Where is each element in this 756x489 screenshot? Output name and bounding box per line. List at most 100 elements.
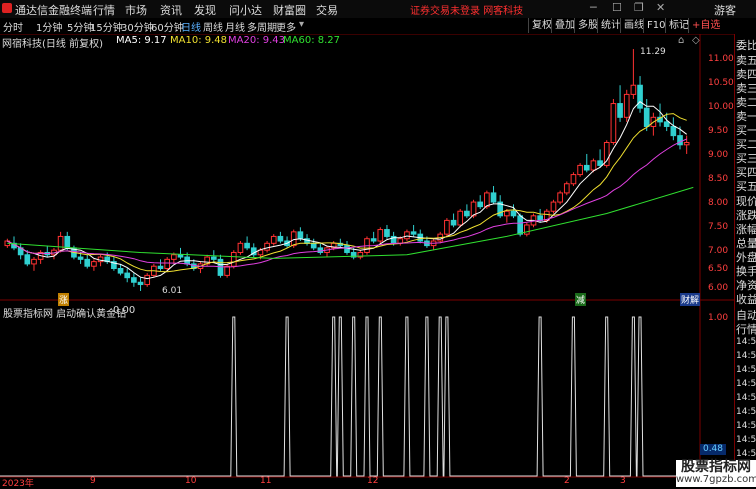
period-multi[interactable]: 多周期: [247, 19, 277, 34]
minimize-icon[interactable]: ─: [590, 1, 597, 14]
period-15min[interactable]: 15分钟: [90, 19, 123, 34]
candle[interactable]: [610, 103, 617, 144]
period-more[interactable]: 更多: [276, 19, 296, 34]
candle[interactable]: [663, 121, 670, 127]
period-week[interactable]: 周线: [203, 19, 223, 34]
menu-shichang[interactable]: 市场: [125, 2, 147, 18]
candle[interactable]: [157, 265, 164, 270]
app-title: 通达信金融终端: [15, 4, 92, 17]
candle[interactable]: [230, 251, 237, 267]
restore-icon[interactable]: ❐: [634, 1, 644, 14]
candle[interactable]: [377, 229, 384, 242]
candle[interactable]: [523, 224, 530, 235]
candle[interactable]: [410, 231, 417, 235]
menu-zixun[interactable]: 资讯: [160, 2, 182, 18]
candle[interactable]: [164, 258, 171, 270]
candle[interactable]: [683, 142, 690, 146]
menu-caifuquan[interactable]: 财富圈: [273, 2, 306, 18]
candle[interactable]: [490, 192, 497, 203]
candle[interactable]: [404, 231, 410, 240]
candle[interactable]: [237, 242, 244, 253]
candle[interactable]: [270, 235, 277, 244]
candle[interactable]: [290, 231, 297, 247]
candle[interactable]: [550, 201, 557, 212]
candle[interactable]: [24, 254, 31, 265]
candle[interactable]: [370, 238, 377, 242]
candle[interactable]: [131, 277, 137, 283]
candle[interactable]: [217, 258, 224, 276]
candle[interactable]: [384, 229, 390, 237]
event-marker[interactable]: 减: [575, 293, 587, 306]
candle[interactable]: [590, 160, 597, 171]
candle[interactable]: [310, 242, 317, 249]
close-icon[interactable]: ✕: [656, 1, 665, 14]
candle[interactable]: [317, 247, 324, 253]
candle[interactable]: [264, 242, 270, 251]
candle[interactable]: [623, 93, 630, 118]
candle[interactable]: [537, 215, 543, 221]
candle[interactable]: [517, 215, 523, 235]
tick-time: 14:56: [736, 407, 756, 417]
candle[interactable]: [277, 235, 284, 242]
candle[interactable]: [670, 125, 677, 137]
candle[interactable]: [224, 265, 230, 276]
period-60min[interactable]: 60分钟: [151, 19, 184, 34]
period-1min[interactable]: 1分钟: [36, 19, 62, 34]
maximize-icon[interactable]: ☐: [612, 1, 622, 14]
period-fenshi[interactable]: 分时: [3, 19, 23, 34]
candle[interactable]: [477, 201, 484, 208]
candle[interactable]: [630, 84, 637, 95]
candle[interactable]: [510, 210, 517, 217]
chevron-down-icon[interactable]: ▾: [299, 19, 304, 30]
candle[interactable]: [210, 256, 217, 260]
candle[interactable]: [31, 258, 37, 265]
candle[interactable]: [444, 219, 450, 235]
candle[interactable]: [457, 210, 464, 226]
candle[interactable]: [577, 164, 583, 176]
candle[interactable]: [563, 183, 570, 194]
period-month[interactable]: 月线: [225, 19, 245, 34]
candle[interactable]: [617, 103, 623, 118]
kline-chart[interactable]: [0, 34, 734, 487]
login-warning[interactable]: 证券交易未登录 网客科技: [410, 2, 523, 17]
candle[interactable]: [91, 261, 97, 267]
candle[interactable]: [171, 254, 177, 260]
candle[interactable]: [637, 84, 643, 109]
candle[interactable]: [244, 242, 250, 249]
guest-user[interactable]: 游客: [714, 2, 736, 18]
date-tick: 11: [260, 476, 272, 486]
candle[interactable]: [583, 164, 590, 171]
candle[interactable]: [297, 231, 304, 240]
period-30min[interactable]: 30分钟: [121, 19, 154, 34]
event-marker[interactable]: 财解: [680, 293, 701, 306]
candle[interactable]: [643, 107, 650, 127]
candle[interactable]: [464, 210, 470, 217]
price-tick: 7.00: [708, 246, 729, 256]
high-price-label: 11.29: [640, 47, 666, 57]
candle[interactable]: [484, 192, 490, 208]
candle[interactable]: [57, 235, 64, 251]
candle[interactable]: [117, 268, 124, 274]
candle[interactable]: [144, 274, 151, 286]
candle[interactable]: [84, 258, 91, 267]
menu-hangqing[interactable]: 行情: [93, 2, 115, 18]
candle[interactable]: [570, 174, 577, 185]
menu-wenxiaoda[interactable]: 问小达: [229, 2, 262, 18]
candle[interactable]: [397, 238, 404, 244]
btn-add-watchlist[interactable]: +自选: [688, 18, 723, 33]
candle[interactable]: [677, 135, 683, 146]
candle[interactable]: [137, 281, 144, 286]
menu-jiaoyi[interactable]: 交易: [316, 2, 338, 18]
candle[interactable]: [504, 210, 510, 217]
period-day[interactable]: 日线: [181, 19, 201, 34]
candle[interactable]: [557, 192, 563, 203]
candle[interactable]: [64, 235, 71, 249]
menu-faxian[interactable]: 发现: [194, 2, 216, 18]
candle[interactable]: [124, 272, 131, 279]
candle[interactable]: [77, 256, 84, 260]
price-tick: 11.00: [708, 54, 734, 64]
candle[interactable]: [450, 219, 457, 226]
candle[interactable]: [177, 254, 184, 258]
login-link[interactable]: 网客科技: [483, 6, 523, 17]
candle[interactable]: [597, 160, 603, 166]
